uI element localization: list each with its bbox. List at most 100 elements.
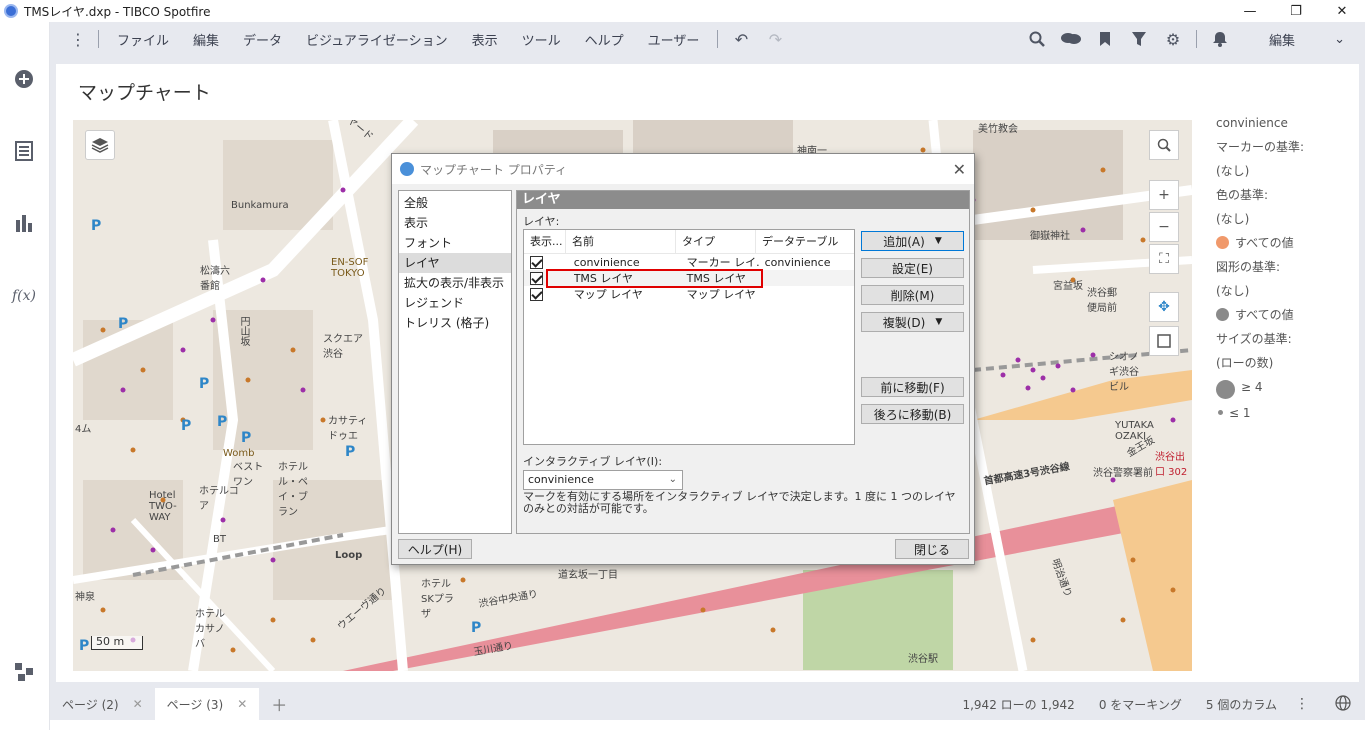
data-table-icon[interactable] — [12, 139, 36, 163]
settings-button[interactable]: 設定(E) — [861, 258, 964, 278]
layer-row[interactable]: マップ レイヤ マップ レイヤ — [524, 286, 854, 302]
function-icon[interactable]: f(x) — [12, 284, 36, 308]
orange-swatch-icon — [1216, 236, 1229, 249]
layers-icon[interactable] — [85, 130, 115, 160]
column-data-table[interactable]: データテーブル — [756, 230, 854, 254]
close-tab-icon[interactable]: ✕ — [133, 697, 143, 711]
caret-down-icon: ▼ — [935, 317, 943, 327]
move-up-button[interactable]: 前に移動(F) — [861, 377, 964, 397]
bookmark-icon[interactable] — [1088, 31, 1122, 47]
map-label: ホテルコア — [199, 486, 239, 512]
menu-tools[interactable]: ツール — [510, 30, 573, 49]
pan-icon[interactable]: ✥ — [1149, 292, 1179, 322]
svg-text:P: P — [345, 444, 355, 460]
map-label: ホテルル・ペイ・ブラン — [278, 462, 308, 518]
svg-text:P: P — [471, 620, 481, 636]
mode-select[interactable]: 編集 ⌄ — [1261, 26, 1353, 52]
delete-button[interactable]: 削除(M) — [861, 285, 964, 305]
add-icon[interactable] — [12, 67, 36, 91]
visible-checkbox[interactable] — [530, 287, 543, 301]
close-button[interactable]: 閉じる — [895, 539, 969, 559]
map-label: スクエア渋谷 — [323, 334, 363, 360]
layers-label: レイヤ: — [523, 215, 560, 228]
nav-legend[interactable]: レジェンド — [399, 293, 511, 313]
globe-icon[interactable] — [1335, 694, 1351, 714]
map-label: ホテルカサノバ — [195, 609, 225, 650]
redo-icon[interactable]: ↷ — [758, 30, 792, 49]
minimize-button[interactable]: — — [1227, 0, 1273, 22]
layer-row[interactable]: convinience マーカー レイ... convinience — [524, 254, 854, 270]
layer-type: マーカー レイ... — [686, 256, 759, 269]
collaboration-icon[interactable] — [1054, 32, 1088, 46]
add-button[interactable]: 追加(A) ▼ — [861, 231, 964, 251]
move-down-button[interactable]: 後ろに移動(B) — [861, 404, 964, 424]
page-tab-label: ページ (2) — [62, 697, 119, 712]
row-count: 1,942 ローの 1,942 — [962, 697, 1075, 712]
column-type[interactable]: タイプ — [676, 229, 756, 254]
duplicate-button[interactable]: 複製(D) ▼ — [861, 312, 964, 332]
menu-user[interactable]: ユーザー — [636, 30, 712, 49]
help-button[interactable]: ヘルプ(H) — [398, 539, 472, 559]
bar-chart-icon[interactable] — [12, 211, 36, 235]
notification-bell-icon[interactable] — [1203, 31, 1237, 47]
map-label: 美竹教会 — [978, 124, 1018, 135]
visible-checkbox[interactable] — [530, 255, 543, 269]
nav-trellis[interactable]: トレリス (格子) — [399, 313, 511, 333]
nav-general[interactable]: 全般 — [399, 193, 511, 213]
map-search-icon[interactable] — [1149, 130, 1179, 160]
undo-icon[interactable]: ↶ — [724, 30, 758, 49]
svg-text:P: P — [199, 376, 209, 392]
legend-color-label[interactable]: 色の基準: — [1216, 188, 1356, 212]
nav-fonts[interactable]: フォント — [399, 233, 511, 253]
close-tab-icon[interactable]: ✕ — [237, 697, 247, 711]
nav-appearance[interactable]: 表示 — [399, 213, 511, 233]
gear-icon[interactable]: ⚙ — [1156, 30, 1190, 49]
map-label: 円山坂 — [238, 316, 249, 346]
interactive-layer-select[interactable]: convinience ⌄ — [523, 470, 683, 490]
map-label: BT — [213, 534, 226, 545]
page-tab[interactable]: ページ (2) ✕ — [50, 688, 155, 720]
legend-shape-item: すべての値 — [1216, 308, 1356, 332]
layers-list: 表示... 名前 タイプ データテーブル convinience マーカー レイ… — [523, 229, 855, 445]
zoom-in-icon[interactable]: + — [1149, 180, 1179, 210]
zoom-extent-icon[interactable]: ⛶ — [1149, 244, 1179, 274]
add-button-label: 追加(A) — [883, 234, 925, 249]
close-icon[interactable]: ✕ — [953, 160, 966, 179]
map-label: 宮益坂 — [1053, 281, 1083, 292]
menu-help[interactable]: ヘルプ — [573, 30, 636, 49]
column-visible[interactable]: 表示... — [524, 229, 566, 254]
map-label: 道玄坂一丁目 — [558, 570, 618, 581]
menu-visualization[interactable]: ビジュアライゼーション — [294, 30, 460, 49]
legend-shape-label[interactable]: 図形の基準: — [1216, 260, 1356, 284]
legend-marker-label[interactable]: マーカーの基準: — [1216, 140, 1356, 164]
search-icon[interactable] — [1020, 31, 1054, 47]
restore-button[interactable]: ❐ — [1273, 0, 1319, 22]
zoom-out-icon[interactable]: − — [1149, 212, 1179, 242]
rectangle-select-icon[interactable] — [1149, 326, 1179, 356]
layer-type: マップ レイヤ — [686, 288, 756, 301]
map-label: 松濤六番館 — [200, 266, 230, 292]
legend-size-label[interactable]: サイズの基準: — [1216, 332, 1356, 356]
filter-icon[interactable] — [1122, 31, 1156, 47]
nav-zoom-visibility[interactable]: 拡大の表示/非表示 — [399, 273, 511, 293]
circle-shape-icon — [1216, 308, 1229, 321]
nav-layers[interactable]: レイヤ — [399, 253, 511, 273]
menu-file[interactable]: ファイル — [105, 30, 181, 49]
more-options-icon[interactable]: ⋮ — [1295, 696, 1309, 712]
add-page-button[interactable]: ＋ — [259, 688, 299, 720]
menu-data[interactable]: データ — [231, 30, 294, 49]
column-name[interactable]: 名前 — [566, 229, 676, 254]
menu-edit[interactable]: 編集 — [181, 30, 231, 49]
visible-checkbox[interactable] — [530, 271, 543, 285]
large-size-icon — [1216, 380, 1235, 399]
map-label: カサティドゥエ — [328, 416, 368, 442]
menu-view[interactable]: 表示 — [460, 30, 510, 49]
more-options-icon[interactable]: ⋮ — [64, 30, 92, 49]
small-size-icon — [1218, 410, 1223, 415]
flow-icon[interactable] — [12, 660, 36, 684]
map-label: ホテルSKプラザ — [421, 579, 454, 620]
page-tab-active[interactable]: ページ (3) ✕ — [154, 688, 260, 720]
close-window-button[interactable]: ✕ — [1319, 0, 1365, 22]
svg-text:P: P — [79, 638, 89, 654]
map-chart-properties-dialog: マップチャート プロパティ ✕ 全般 表示 フォント レイヤ 拡大の表示/非表示… — [391, 153, 975, 565]
